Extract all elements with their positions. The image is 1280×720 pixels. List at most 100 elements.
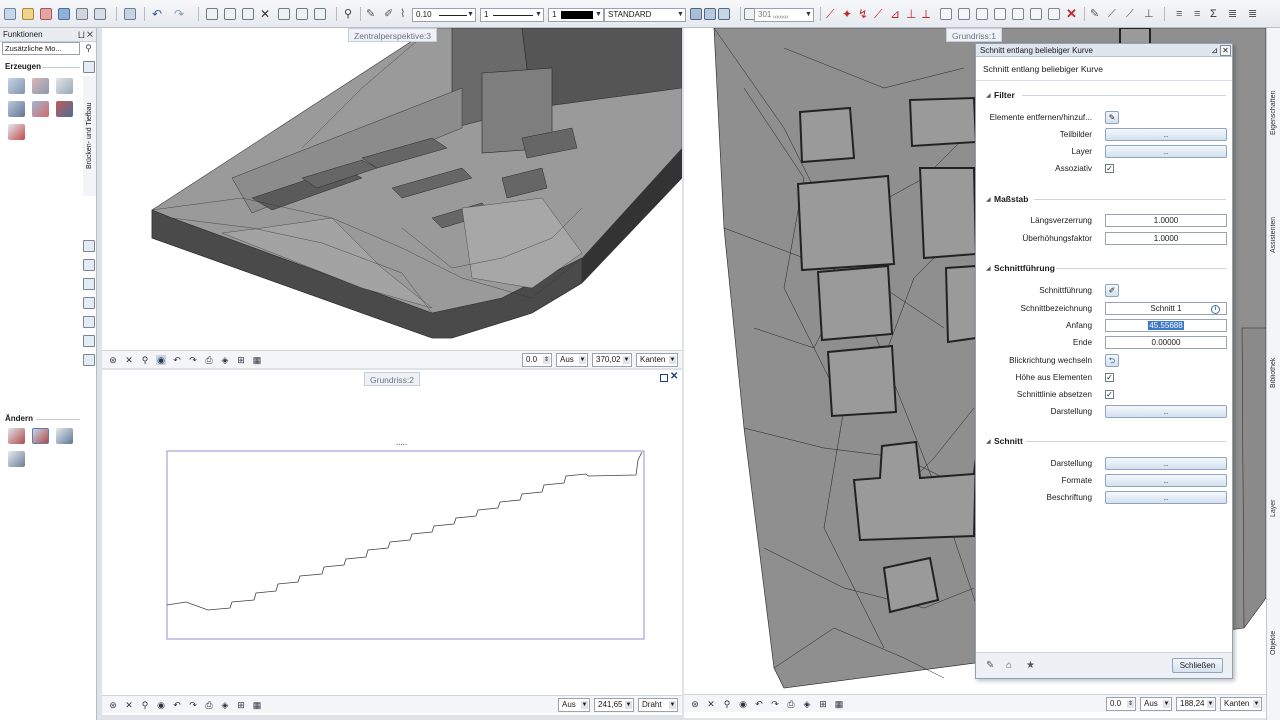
scale-combo[interactable]: 241,65 ▼ [594,698,634,712]
scale-combo[interactable]: 301 ∞∞∞ ▼ [754,8,814,22]
layer-button[interactable]: .. [1105,145,1227,158]
cancel-red-icon[interactable]: ✕ [1066,7,1078,20]
line-type-combo[interactable]: 1 ▼ [480,8,544,22]
red-tool-3-icon[interactable]: ↯ [858,8,870,20]
spin-icon[interactable]: ⇕ [543,356,550,364]
format-brush-icon[interactable]: ✎ [366,8,378,20]
perspective-view-title[interactable]: Zentralperspektive:3 [348,28,438,42]
red-tool-4-icon[interactable]: ⟋ [874,8,886,20]
undo-view-icon[interactable]: ↶ [172,700,182,710]
spin-icon[interactable]: ⇕ [1127,700,1134,708]
view-icon[interactable]: ◉ [156,355,166,365]
list-4-icon[interactable]: ≣ [1248,8,1260,20]
save-icon[interactable] [58,8,70,20]
doc-tool-4-icon[interactable] [994,8,1006,20]
angle-field[interactable]: 0.0 ⇕ [522,353,552,367]
measure-4-icon[interactable]: ⊥ [1144,8,1156,20]
partial-images-button[interactable]: .. [1105,128,1227,141]
create-tool-1-icon[interactable] [8,78,25,94]
red-tool-1-icon[interactable]: ⟋ [826,8,838,20]
new-file-icon[interactable] [4,8,16,20]
zoom-icon[interactable]: ⚲ [140,700,150,710]
image-icon[interactable] [124,8,136,20]
tab-library[interactable]: Bibliothek [1267,338,1280,408]
open-file-icon[interactable] [22,8,34,20]
camera-icon[interactable]: ◈ [220,700,230,710]
measure-3-icon[interactable]: ⟋ [1126,8,1138,20]
list-3-icon[interactable]: ≣ [1228,8,1240,20]
associative-checkbox[interactable]: ✓ [1105,164,1114,173]
plan1-view-title[interactable]: Grundriss:1 [946,28,1002,42]
tab-layer[interactable]: Layer [1267,488,1280,528]
paste-icon[interactable] [242,8,254,20]
create-tool-2-icon[interactable] [32,78,49,94]
folder-open-icon[interactable]: ⌂ [1006,660,1018,671]
create-tool-6-icon[interactable] [56,101,73,117]
sum-icon[interactable]: Σ [1210,8,1222,20]
height-from-elements-checkbox[interactable]: ✓ [1105,373,1114,382]
table-icon[interactable]: ▦ [252,700,262,710]
camera-icon[interactable]: ◈ [802,699,812,709]
close-button[interactable]: Schließen [1172,658,1223,673]
mirror-icon[interactable] [314,8,326,20]
pen-thickness-combo[interactable]: 0.10 ▼ [412,8,476,22]
rotate-icon[interactable] [296,8,308,20]
tab-objects[interactable]: Objekte [1267,618,1280,668]
doc-tool-1-icon[interactable] [940,8,952,20]
labeling-button[interactable]: .. [1105,491,1227,504]
modify-3d-icon[interactable] [8,451,25,467]
info-icon[interactable]: i [1211,305,1220,314]
red-tool-6-icon[interactable]: ⊥ [906,8,918,20]
display-combo[interactable]: Draht ▼ [638,698,678,712]
scale-combo[interactable]: 188,24 ▼ [1176,697,1216,711]
layout-icon[interactable] [94,8,106,20]
target-icon[interactable]: ⊛ [108,700,118,710]
print-view-icon[interactable]: ⎙ [786,699,796,709]
grid-icon[interactable]: ⊞ [236,700,246,710]
create-tool-4-icon[interactable] [8,101,25,117]
plan2-view-title[interactable]: Grundriss:2 [364,372,420,386]
collapse-icon[interactable]: ◢ [986,92,991,99]
create-tool-7-icon[interactable] [8,124,25,140]
color-combo[interactable]: 1 ▼ [548,8,604,22]
panel-pin-close-icon[interactable]: ⨆ ✕ [78,28,93,42]
modify-tool-1-icon[interactable] [8,428,25,444]
distance-combo[interactable]: 370,02 ▼ [592,353,632,367]
side-tool-3-icon[interactable] [83,278,95,290]
redo-view-icon[interactable]: ↷ [770,699,780,709]
side-tool-5-icon[interactable] [83,316,95,328]
favorites-icon[interactable]: ★ [1026,660,1038,671]
red-tool-2-icon[interactable]: ✦ [842,8,854,20]
target-icon[interactable]: ⊛ [108,355,118,365]
modify-tool-3-icon[interactable] [56,428,73,444]
doc-tool-7-icon[interactable] [1048,8,1060,20]
pointer-icon[interactable] [718,8,730,20]
side-tool-2-icon[interactable] [83,259,95,271]
display-combo[interactable]: Kanten ▼ [1220,697,1262,711]
visibility-icon[interactable] [704,8,716,20]
target-icon[interactable]: ⊛ [690,699,700,709]
close-icon[interactable]: ✕ [1220,45,1231,56]
formats-button[interactable]: .. [1105,474,1227,487]
layer-style-combo[interactable]: STANDARD ▼ [604,8,686,22]
angle-field[interactable]: 0.0 ⇕ [1106,697,1136,711]
doc-tool-2-icon[interactable] [958,8,970,20]
module-combo[interactable]: Zusätzliche Mo... [2,42,80,55]
list-2-icon[interactable]: ≡ [1194,8,1206,20]
delete-icon[interactable]: ✕ [260,8,272,20]
pin-icon[interactable]: ⊿ [1211,44,1218,57]
copy-icon[interactable] [224,8,236,20]
red-tool-5-icon[interactable]: ⊿ [890,8,902,20]
cross-icon[interactable]: ✕ [706,699,716,709]
doc-tool-6-icon[interactable] [1030,8,1042,20]
close-view-icon[interactable]: ✕ [670,371,678,382]
grid-icon[interactable]: ⊞ [818,699,828,709]
side-tool-4-icon[interactable] [83,297,95,309]
print-view-icon[interactable]: ⎙ [204,355,214,365]
collapse-icon[interactable]: ◢ [986,438,991,445]
measure-2-icon[interactable]: ⟋ [1108,8,1120,20]
camera-icon[interactable]: ◈ [220,355,230,365]
mode-combo[interactable]: Aus ▼ [556,353,588,367]
mode-combo[interactable]: Aus ▼ [1140,697,1172,711]
create-tool-3-icon[interactable] [56,78,73,94]
